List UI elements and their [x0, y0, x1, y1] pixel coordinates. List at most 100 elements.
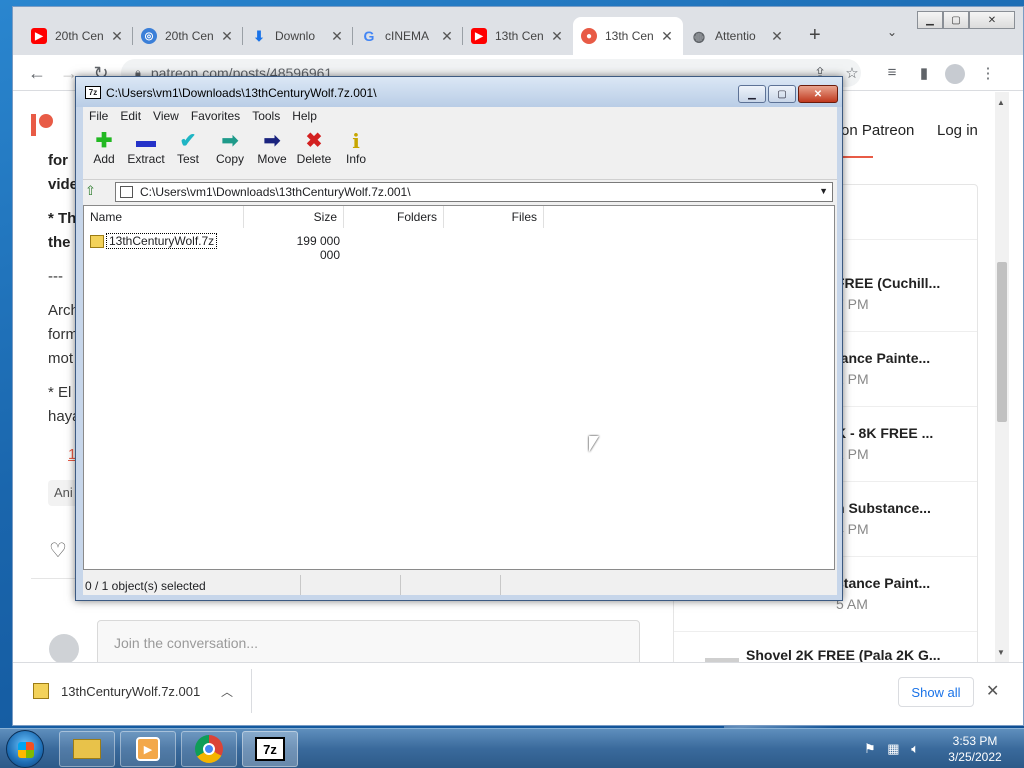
add-button[interactable]: ✚ Add: [82, 130, 126, 166]
profile-avatar-icon[interactable]: [945, 64, 965, 84]
heart-icon[interactable]: ♡: [49, 538, 67, 563]
folder-icon: [73, 739, 101, 759]
menu-help[interactable]: Help: [286, 107, 323, 126]
scroll-up-icon[interactable]: ▲: [997, 98, 1005, 107]
folder-up-icon[interactable]: ⇧: [85, 183, 109, 201]
close-icon[interactable]: ✕: [439, 28, 455, 45]
back-arrow-icon[interactable]: ←: [25, 63, 49, 83]
maximize-icon[interactable]: ▢: [943, 11, 969, 29]
test-button[interactable]: ✔ Test: [166, 130, 210, 166]
7zip-taskbar-button[interactable]: 7z: [242, 731, 298, 767]
related-post-title[interactable]: FREE (Cuchill...: [836, 275, 940, 291]
star-icon[interactable]: ☆: [841, 64, 863, 82]
menu-favorites[interactable]: Favorites: [185, 107, 246, 126]
tab-search-chevron-icon[interactable]: ⌄: [887, 25, 897, 39]
start-button[interactable]: [6, 730, 44, 768]
close-window-icon[interactable]: ✕: [969, 11, 1015, 29]
patreon-logo-icon[interactable]: [31, 114, 53, 136]
path-combobox[interactable]: C:\Users\vm1\Downloads\13thCenturyWolf.7…: [115, 182, 833, 202]
close-icon[interactable]: ✕: [986, 681, 999, 701]
network-icon[interactable]: ▦: [887, 741, 899, 756]
minimize-icon[interactable]: ▁: [738, 85, 766, 103]
tab-6[interactable]: ◍ Attentio ✕: [683, 17, 793, 55]
active-underline: [841, 156, 873, 158]
page-scrollbar[interactable]: ▲ ▼: [995, 92, 1009, 662]
side-panel-icon[interactable]: ▮: [913, 64, 935, 82]
action-center-flag-icon[interactable]: ⚑: [864, 741, 876, 756]
extract-button[interactable]: ▬ Extract: [124, 130, 168, 166]
archive-file-icon: [90, 234, 104, 248]
move-arrow-icon: ➡: [263, 130, 281, 152]
menu-file[interactable]: File: [83, 107, 114, 126]
close-icon[interactable]: ✕: [659, 28, 675, 45]
info-button[interactable]: i Info: [334, 130, 378, 166]
clock[interactable]: 3:53 PM 3/25/2022: [940, 733, 1010, 765]
tab-5-active[interactable]: ● 13th Cen ✕: [573, 17, 683, 55]
minimize-icon[interactable]: ▁: [917, 11, 943, 29]
close-icon[interactable]: ✕: [219, 28, 235, 45]
login-link[interactable]: Log in: [937, 122, 978, 139]
column-folders[interactable]: Folders: [344, 206, 444, 228]
related-post-title[interactable]: tance Painte...: [836, 350, 930, 366]
close-window-icon[interactable]: ✕: [798, 85, 838, 103]
tool-label: Move: [257, 152, 287, 166]
tab-0[interactable]: ▶ 20th Cen ✕: [23, 17, 133, 55]
chevron-up-icon[interactable]: ︿: [221, 683, 233, 700]
close-icon[interactable]: ✕: [109, 28, 125, 45]
column-size[interactable]: Size: [244, 206, 344, 228]
avatar: [49, 634, 79, 662]
file-size: 199 000 000: [296, 234, 340, 262]
address-row: ⇧ C:\Users\vm1\Downloads\13thCenturyWolf…: [83, 180, 837, 204]
table-row[interactable]: 13thCenturyWolf.7z: [90, 233, 218, 249]
chrome-taskbar-button[interactable]: [181, 731, 237, 767]
7zip-client-area: File Edit View Favorites Tools Help ✚ Ad…: [83, 107, 837, 595]
maximize-icon[interactable]: ▢: [768, 85, 796, 103]
media-player-taskbar-button[interactable]: ▶: [120, 731, 176, 767]
system-tray: ⚑ ▦ 🔈︎: [864, 741, 919, 757]
kebab-menu-icon[interactable]: ⋮: [977, 64, 999, 82]
column-files[interactable]: Files: [444, 206, 544, 228]
tab-2[interactable]: ⬇ Downlo ✕: [243, 17, 353, 55]
new-tab-plus-icon[interactable]: +: [809, 25, 821, 45]
mouse-cursor: [589, 436, 599, 452]
on-patreon-link[interactable]: on Patreon: [841, 122, 914, 139]
info-icon: i: [352, 129, 360, 153]
youtube-icon: ▶: [471, 28, 487, 44]
close-icon[interactable]: ✕: [329, 28, 345, 45]
download-item[interactable]: 13thCenturyWolf.7z.001: [33, 683, 200, 699]
7zip-window: 7z C:\Users\vm1\Downloads\13thCenturyWol…: [75, 76, 843, 601]
archive-file-icon: [120, 186, 133, 198]
clock-date: 3/25/2022: [948, 750, 1002, 764]
7zip-logo-icon: 7z: [85, 86, 101, 99]
tab-title: 20th Cen: [55, 29, 104, 43]
related-post-title[interactable]: Shovel 2K FREE (Pala 2K G...: [746, 647, 941, 662]
close-icon[interactable]: ✕: [769, 28, 785, 45]
dropdown-arrow-icon[interactable]: ▼: [819, 186, 828, 196]
menu-edit[interactable]: Edit: [114, 107, 147, 126]
tab-strip: ▶ 20th Cen ✕ ◎ 20th Cen ✕ ⬇ Downlo ✕ G c…: [13, 7, 1023, 55]
download-icon: ⬇: [253, 27, 265, 44]
show-all-button[interactable]: Show all: [898, 677, 974, 707]
related-post-title[interactable]: K - 8K FREE ...: [836, 425, 933, 441]
7zip-titlebar[interactable]: 7z C:\Users\vm1\Downloads\13thCenturyWol…: [76, 77, 842, 107]
volume-icon[interactable]: 🔈︎: [911, 741, 919, 756]
close-icon[interactable]: ✕: [549, 28, 565, 45]
media-list-icon[interactable]: ≡: [881, 64, 903, 81]
file-list[interactable]: Name Size Folders Files 13thCenturyWolf.…: [83, 205, 835, 570]
related-post-title[interactable]: n Substance...: [836, 500, 931, 516]
copy-button[interactable]: ➡ Copy: [208, 130, 252, 166]
move-button[interactable]: ➡ Move: [250, 130, 294, 166]
tab-4[interactable]: ▶ 13th Cen ✕: [463, 17, 573, 55]
column-name[interactable]: Name: [84, 206, 244, 228]
menu-tools[interactable]: Tools: [246, 107, 286, 126]
scroll-down-icon[interactable]: ▼: [997, 648, 1005, 657]
comment-input[interactable]: Join the conversation...: [97, 620, 640, 662]
delete-button[interactable]: ✖ Delete: [292, 130, 336, 166]
tab-1[interactable]: ◎ 20th Cen ✕: [133, 17, 243, 55]
scroll-thumb[interactable]: [997, 262, 1007, 422]
related-post-title[interactable]: stance Paint...: [836, 575, 930, 591]
menu-view[interactable]: View: [147, 107, 185, 126]
explorer-taskbar-button[interactable]: [59, 731, 115, 767]
tool-label: Copy: [215, 152, 244, 166]
tab-3[interactable]: G cINEMA ✕: [353, 17, 463, 55]
